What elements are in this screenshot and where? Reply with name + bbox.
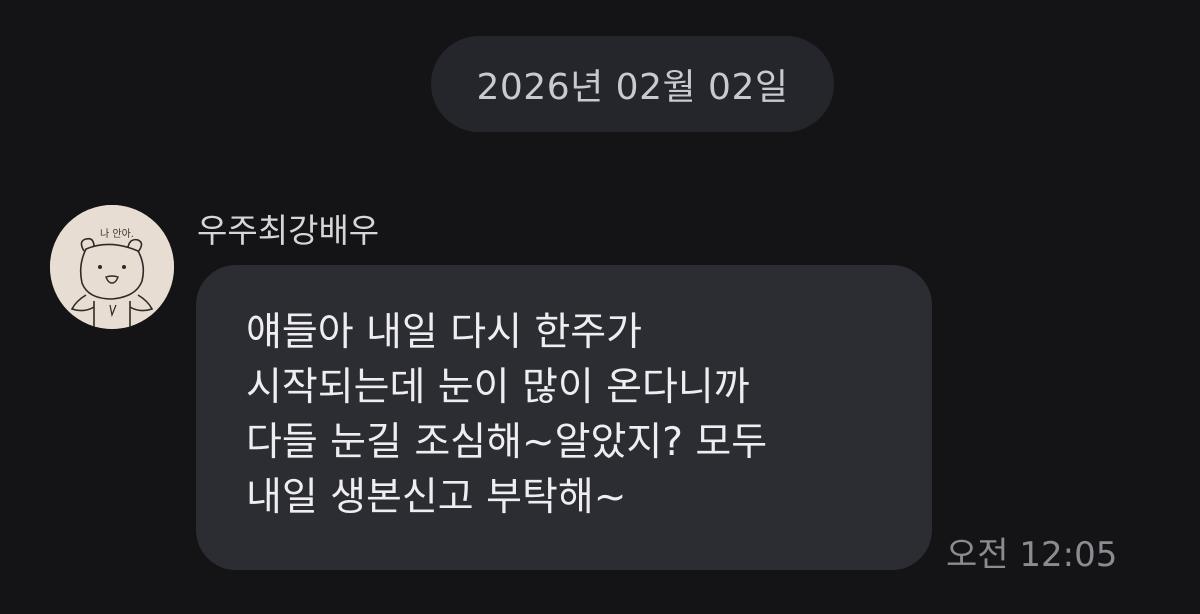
message-line: 얘들아 내일 다시 한주가 — [246, 310, 642, 355]
message-bubble[interactable]: 얘들아 내일 다시 한주가 시작되는데 눈이 많이 온다니까 다들 눈길 조심해… — [196, 265, 932, 570]
message-timestamp: 오전 12:05 — [946, 535, 1118, 575]
avatar-caption: 나 안아. — [100, 228, 134, 240]
message-line: 시작되는데 눈이 많이 온다니까 — [246, 365, 750, 410]
date-separator: 2026년 02월 02일 — [431, 36, 834, 132]
message-line: 다들 눈길 조심해~알았지? 모두 — [246, 420, 768, 465]
avatar[interactable]: 나 안아. — [50, 205, 174, 329]
date-separator-label: 2026년 02월 02일 — [476, 67, 789, 108]
bear-drawing-icon: 나 안아. — [50, 205, 174, 329]
sender-name: 우주최강배우 — [197, 211, 380, 250]
message-line: 내일 생본신고 부탁해~ — [246, 475, 627, 520]
